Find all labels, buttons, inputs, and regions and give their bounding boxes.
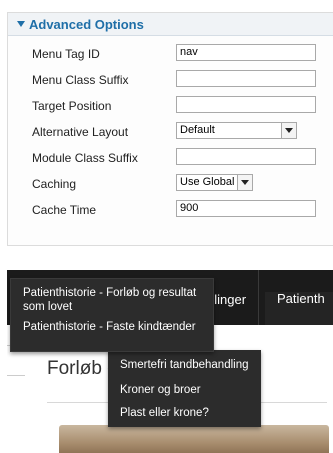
target-position-input[interactable]	[176, 96, 316, 113]
patient-photo	[59, 425, 329, 453]
submenu-behandlinger: Smertefri tandbehandling Kroner og broer…	[108, 350, 261, 427]
row-caching: Caching Use Global	[8, 174, 333, 194]
menu-item-faste-kindtaender[interactable]: Patienthistorie - Faste kindtænder	[23, 320, 196, 334]
site-preview: dlinger Patienth Forløb o Smertefri tand…	[7, 270, 333, 453]
menu-item-plast-eller-krone[interactable]: Plast eller krone?	[120, 407, 209, 419]
menu-class-suffix-label: Menu Class Suffix	[32, 73, 129, 87]
collapse-arrow-icon[interactable]	[17, 21, 25, 27]
caching-label: Caching	[32, 177, 77, 191]
nav-item-patienthistorier[interactable]: Patienth	[265, 292, 333, 325]
module-class-suffix-input[interactable]	[176, 148, 316, 165]
menu-tag-id-label: Menu Tag ID	[32, 47, 100, 61]
cache-time-label: Cache Time	[32, 203, 97, 217]
row-alternative-layout: Alternative Layout Default	[8, 122, 333, 142]
caching-select[interactable]: Use Global	[176, 174, 253, 191]
advanced-options-panel: Advanced Options Menu Tag ID nav Menu Cl…	[7, 12, 333, 246]
chevron-down-icon[interactable]	[281, 123, 296, 138]
nav-divider	[258, 270, 259, 325]
row-menu-tag-id: Menu Tag ID nav	[8, 44, 333, 64]
menu-class-suffix-input[interactable]	[176, 70, 316, 87]
menu-item-smertefri-tandbehandling[interactable]: Smertefri tandbehandling	[120, 359, 249, 371]
menu-item-forloeb-og-resultat[interactable]: Patienthistorie - Forløb og resultat som…	[23, 286, 208, 314]
menu-item-kroner-og-broer[interactable]: Kroner og broer	[120, 384, 201, 396]
submenu-patienthistorier: Patienthistorie - Forløb og resultat som…	[10, 278, 214, 352]
cache-time-input[interactable]: 900	[176, 200, 316, 217]
panel-title: Advanced Options	[29, 17, 144, 32]
menu-tag-id-input[interactable]: nav	[176, 44, 316, 61]
target-position-label: Target Position	[32, 99, 112, 113]
row-menu-class-suffix: Menu Class Suffix	[8, 70, 333, 90]
panel-header[interactable]: Advanced Options	[8, 13, 333, 36]
module-class-suffix-label: Module Class Suffix	[32, 151, 138, 165]
alternative-layout-value: Default	[180, 124, 215, 136]
alternative-layout-select[interactable]: Default	[176, 122, 297, 139]
row-target-position: Target Position	[8, 96, 333, 116]
row-module-class-suffix: Module Class Suffix	[8, 148, 333, 168]
row-cache-time: Cache Time 900	[8, 200, 333, 220]
divider	[7, 375, 25, 376]
chevron-down-icon[interactable]	[237, 175, 252, 190]
caching-value: Use Global	[180, 176, 235, 188]
alternative-layout-label: Alternative Layout	[32, 125, 129, 139]
